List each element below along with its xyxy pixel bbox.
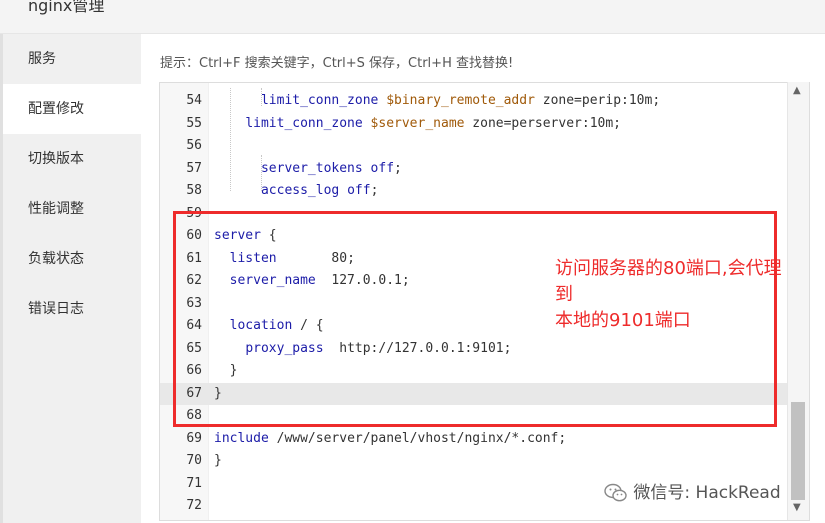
line-number: 70 — [186, 453, 202, 468]
scroll-up-icon[interactable]: ▲ — [793, 85, 801, 96]
code-line[interactable]: 57 server_tokens off; — [160, 158, 809, 181]
annotation-line-3: 本地的9101端口 — [555, 310, 691, 331]
watermark-text: 微信号: HackRead — [633, 483, 781, 503]
indent-guide — [230, 88, 231, 191]
line-number: 72 — [186, 498, 202, 513]
code-line[interactable]: 70} — [160, 450, 809, 473]
sidebar-item-load-status[interactable]: 负载状态 — [0, 234, 141, 284]
line-text[interactable]: access_log off; — [214, 180, 378, 203]
sidebar-item-service[interactable]: 服务 — [0, 34, 141, 84]
code-line[interactable]: 69 include /www/server/panel/vhost/nginx/… — [160, 428, 809, 451]
line-text[interactable]: } — [214, 450, 222, 473]
watermark: 微信号: HackRead — [604, 478, 781, 503]
sidebar-item-switch-version[interactable]: 切换版本 — [0, 134, 141, 184]
code-line[interactable]: 55 limit_conn_zone $server_name zone=per… — [160, 113, 809, 136]
indent-guide — [261, 155, 262, 191]
sidebar-item-config-edit[interactable]: 配置修改 — [0, 84, 141, 134]
window-title: nginx管理 — [28, 0, 105, 15]
scroll-down-icon[interactable]: ▼ — [793, 502, 801, 513]
line-number: 69 — [186, 430, 202, 446]
annotation-line-1: 访问服务器的80端口,会代理 — [555, 258, 782, 279]
line-text[interactable]: limit_conn_zone $binary_remote_addr zone… — [214, 90, 660, 113]
sidebar: 服务 配置修改 切换版本 性能调整 负载状态 错误日志 — [0, 34, 141, 523]
annotation-text: 访问服务器的80端口,会代理 到 本地的9101端口 — [555, 256, 815, 334]
code-line[interactable]: 54 limit_conn_zone $binary_remote_addr z… — [160, 90, 809, 113]
sidebar-item-performance[interactable]: 性能调整 — [0, 184, 141, 234]
code-line[interactable]: 56 — [160, 135, 809, 158]
line-number: 71 — [186, 475, 202, 491]
line-text[interactable]: include /www/server/panel/vhost/nginx/*.… — [214, 428, 566, 451]
left-edge-divider — [0, 34, 3, 523]
line-number: 55 — [186, 115, 202, 131]
wechat-icon — [604, 483, 627, 502]
line-number: 54 — [186, 93, 202, 108]
scrollbar-thumb[interactable] — [791, 402, 805, 500]
line-number: 56 — [186, 138, 202, 153]
code-line[interactable]: 58 access_log off; — [160, 180, 809, 203]
indent-guide — [261, 88, 262, 106]
line-number: 58 — [186, 183, 202, 198]
window-titlebar: nginx管理 — [0, 0, 825, 34]
line-text[interactable]: limit_conn_zone $server_name zone=perser… — [214, 113, 621, 136]
line-number: 57 — [186, 160, 202, 176]
editor-hint: 提示：Ctrl+F 搜索关键字，Ctrl+S 保存，Ctrl+H 查找替换! — [160, 56, 514, 71]
line-text[interactable]: server_tokens off; — [214, 158, 402, 181]
sidebar-item-error-log[interactable]: 错误日志 — [0, 284, 141, 334]
annotation-line-2: 到 — [555, 284, 573, 305]
